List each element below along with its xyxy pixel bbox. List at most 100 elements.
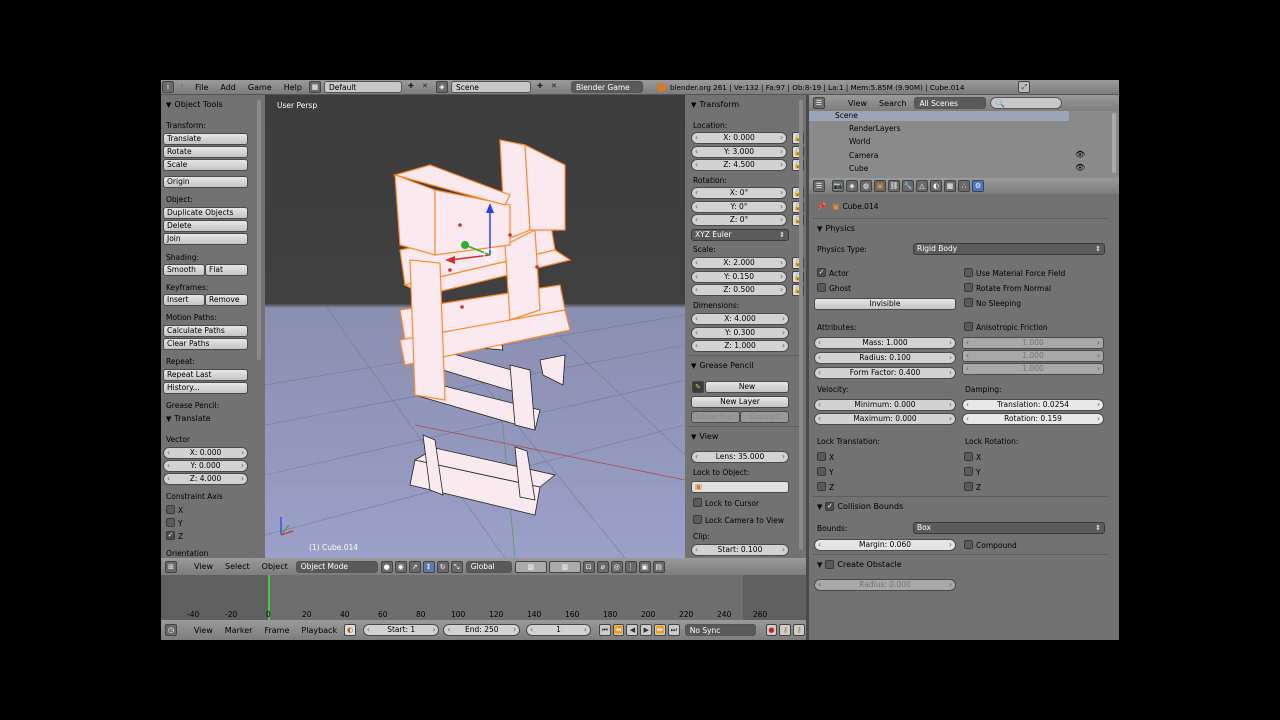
camera-label[interactable]: Camera [849, 151, 878, 160]
constraints-tab-icon[interactable]: ⛓ [888, 180, 900, 192]
lock-cursor-checkbox[interactable] [693, 498, 702, 507]
rotation-x-field[interactable]: X: 0° [691, 187, 787, 199]
timeline-menu-frame[interactable]: Frame [258, 626, 295, 635]
editor-type-icon[interactable]: i [162, 81, 174, 93]
outliner-search-field[interactable]: 🔍 [990, 97, 1063, 109]
translate-button[interactable]: Translate [163, 133, 248, 145]
lock-camera-checkbox[interactable] [693, 515, 702, 524]
properties-editor-icon[interactable]: ☰ [813, 180, 825, 192]
collapse-menu-icon[interactable]: ◦ [176, 81, 188, 93]
obstacle-radius-field[interactable]: Radius: 0.000 [814, 579, 956, 591]
viewport-menu-select[interactable]: Select [219, 562, 256, 571]
rotation-mode-select[interactable]: XYZ Euler [691, 229, 789, 241]
scale-x-field[interactable]: X: 2.000 [691, 257, 787, 269]
keying-set-icon[interactable]: ⚷ [779, 624, 792, 636]
invisible-toggle[interactable]: Invisible [814, 298, 956, 310]
end-frame-field[interactable]: End: 250 [443, 624, 521, 636]
rotate-manipulator-icon[interactable]: ↻ [436, 560, 449, 573]
timeline-menu-marker[interactable]: Marker [219, 626, 259, 635]
sync-selector[interactable]: No Sync [684, 624, 756, 636]
render-icon[interactable]: ▣ [638, 560, 651, 573]
record-icon[interactable]: ● [765, 624, 778, 636]
layers2-icon[interactable]: ▥ [548, 560, 581, 573]
tool-shelf-scrollbar[interactable] [257, 100, 261, 360]
translate-manipulator-icon[interactable]: ↕ [422, 560, 435, 573]
lock-rotation-x-checkbox[interactable] [964, 452, 973, 461]
jump-end-icon[interactable]: ⏭ [667, 624, 680, 636]
delete-button[interactable]: Delete [163, 220, 248, 232]
prev-key-icon[interactable]: ⏪ [612, 624, 625, 636]
timeline-area[interactable]: -40 -20 0 20 40 60 80 100 120 140 160 18… [161, 575, 806, 620]
view-panel-header[interactable]: ▼ View [691, 432, 718, 441]
lock-rotation-y-checkbox[interactable] [964, 467, 973, 476]
screen-layout-icon[interactable]: ▦ [308, 81, 321, 93]
pencil-icon[interactable]: ✎ [692, 381, 704, 393]
particles-tab-icon[interactable]: ∴ [958, 180, 970, 192]
material-tab-icon[interactable]: ◐ [930, 180, 942, 192]
layout-selector[interactable]: Default [323, 81, 402, 93]
rotation-z-field[interactable]: Z: 0° [691, 214, 787, 226]
physics-panel-header[interactable]: ▼ Physics [817, 224, 855, 233]
scale-button[interactable]: Scale [163, 159, 248, 171]
lock-object-field[interactable]: ▣ [691, 481, 789, 493]
scene-tab-icon[interactable]: ◈ [846, 180, 858, 192]
dimensions-x-field[interactable]: X: 4.000 [691, 313, 789, 325]
flat-button[interactable]: Flat [205, 264, 248, 276]
display-mode-selector[interactable]: All Scenes [914, 97, 987, 109]
lock-layer-icon[interactable]: ⊡ [582, 560, 595, 573]
proportional-icon[interactable]: ◎ [610, 560, 623, 573]
anisotropic-z-field[interactable]: 1.000 [962, 363, 1104, 375]
engine-selector[interactable]: Blender Game [570, 81, 643, 93]
history-button[interactable]: History... [163, 382, 248, 394]
mode-selector[interactable]: Object Mode [295, 560, 378, 573]
add-layout-icon[interactable]: ✚ [405, 81, 417, 93]
pin-icon[interactable]: 📌 [817, 202, 826, 211]
menu-add[interactable]: Add [214, 83, 242, 92]
location-z-field[interactable]: Z: 4.500 [691, 159, 787, 171]
menu-file[interactable]: File [189, 83, 214, 92]
viewport-menu-view[interactable]: View [188, 562, 219, 571]
collision-bounds-checkbox[interactable]: ✓ [825, 502, 835, 511]
smooth-button[interactable]: Smooth [163, 264, 205, 276]
origin-button[interactable]: Origin [163, 176, 248, 188]
compound-checkbox[interactable] [964, 540, 973, 549]
rotate-button[interactable]: Rotate [163, 146, 248, 158]
viewport-editor-icon[interactable]: ⊞ [165, 560, 177, 573]
area-divider[interactable] [806, 95, 809, 640]
outliner-menu-search[interactable]: Search [873, 99, 912, 108]
velocity-min-field[interactable]: Minimum: 0.000 [814, 399, 956, 411]
shading-icon[interactable]: ● [380, 560, 393, 573]
margin-field[interactable]: Margin: 0.060 [814, 539, 956, 551]
dimensions-z-field[interactable]: Z: 1.000 [691, 340, 789, 352]
form-factor-field[interactable]: Form Factor: 0.400 [814, 367, 956, 379]
modifiers-tab-icon[interactable]: 🔧 [902, 180, 914, 192]
play-reverse-icon[interactable]: ◀ [626, 624, 639, 636]
outliner-row-scene[interactable]: Scene [809, 111, 1069, 121]
constraint-z-checkbox[interactable]: ✓ [166, 531, 175, 540]
ghost-checkbox[interactable] [817, 283, 826, 292]
actor-checkbox[interactable]: ✓ [817, 268, 826, 277]
viewport-menu-object[interactable]: Object [256, 562, 294, 571]
join-button[interactable]: Join [163, 233, 248, 245]
world-label[interactable]: World [849, 137, 871, 146]
scale-manipulator-icon[interactable]: ⤡ [450, 560, 463, 573]
timeline-menu-view[interactable]: View [188, 626, 219, 635]
clip-start-field[interactable]: Start: 0.100 [691, 544, 789, 556]
lock-translation-y-checkbox[interactable] [817, 467, 826, 476]
remove-layout-icon[interactable]: ✕ [419, 81, 431, 93]
remove-scene-icon[interactable]: ✕ [548, 81, 560, 93]
duplicate-objects-button[interactable]: Duplicate Objects [163, 207, 248, 219]
render-tab-icon[interactable]: 📷 [832, 180, 844, 192]
lens-field[interactable]: Lens: 35.000 [691, 451, 789, 463]
damping-rotation-field[interactable]: Rotation: 0.159 [962, 413, 1104, 425]
world-tab-icon[interactable]: ◍ [860, 180, 872, 192]
damping-translation-field[interactable]: Translation: 0.0254 [962, 399, 1104, 411]
no-sleeping-checkbox[interactable] [964, 298, 973, 307]
start-frame-field[interactable]: Start: 1 [362, 624, 440, 636]
play-icon[interactable]: ▶ [640, 624, 653, 636]
scale-y-field[interactable]: Y: 0.150 [691, 271, 787, 283]
use-material-force-checkbox[interactable] [964, 268, 973, 277]
eye-icon[interactable]: 👁 [1075, 163, 1085, 172]
menu-help[interactable]: Help [278, 83, 308, 92]
outliner-menu-view[interactable]: View [842, 99, 873, 108]
